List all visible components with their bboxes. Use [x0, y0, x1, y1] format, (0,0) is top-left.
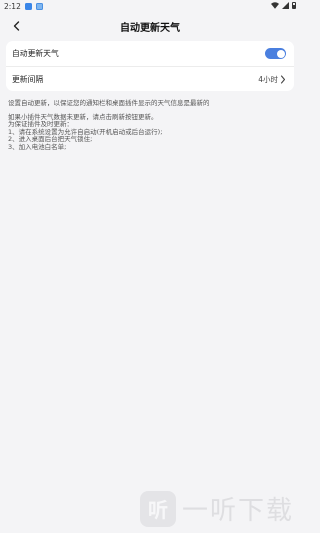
nav-bar: 自动更新天气	[0, 15, 300, 37]
help-line: 3、加入电池白名单;	[8, 142, 67, 151]
status-bar: 2:12	[0, 0, 300, 12]
status-time: 2:12	[4, 1, 21, 11]
app-icon-image	[35, 2, 43, 10]
app-icon-blue	[24, 2, 32, 10]
help-text: 如果小插件天气数据未更新，请点击刷新按钮更新。 为保证插件及时更新： 1、请在系…	[8, 113, 292, 151]
auto-update-row[interactable]: 自动更新天气	[6, 41, 294, 66]
wifi-icon	[271, 2, 279, 9]
toggle-knob	[276, 49, 285, 58]
update-interval-row[interactable]: 更新间隔 4小时	[6, 66, 294, 91]
signal-icon	[282, 2, 289, 9]
watermark-text: 一听下载	[182, 496, 295, 526]
battery-icon	[292, 2, 296, 9]
chevron-right-icon	[280, 74, 286, 84]
page-title: 自动更新天气	[120, 22, 180, 34]
auto-update-toggle[interactable]	[265, 48, 286, 59]
update-interval-value: 4小时	[258, 74, 278, 84]
auto-update-label: 自动更新天气	[12, 49, 59, 58]
settings-card: 自动更新天气 更新间隔 4小时	[6, 41, 294, 91]
watermark: 听 一听下载	[140, 490, 294, 527]
watermark-logo-icon: 听	[140, 490, 176, 527]
auto-update-description: 设置自动更新，以保证您的通知栏和桌面插件显示的天气信息是最新的	[8, 99, 210, 107]
update-interval-label: 更新间隔	[12, 74, 44, 84]
chevron-left-icon	[13, 21, 19, 31]
back-button[interactable]	[6, 15, 26, 37]
